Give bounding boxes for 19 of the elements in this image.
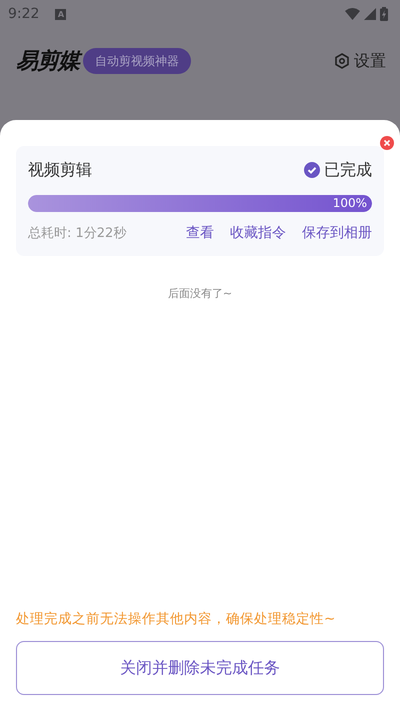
battery-icon	[380, 7, 388, 21]
end-of-list-text: 后面没有了~	[166, 286, 234, 302]
signal-icon	[364, 8, 376, 20]
settings-icon	[334, 53, 350, 69]
action-link[interactable]: 查看	[186, 223, 214, 244]
close-icon[interactable]	[380, 136, 394, 150]
notification-icon: A	[55, 8, 66, 20]
tagline-badge: 自动剪视频神器	[83, 48, 191, 74]
clock-time: 9:22	[8, 4, 40, 24]
warning-text: 处理完成之前无法操作其他内容，确保处理稳定性~	[16, 610, 336, 629]
settings-button[interactable]: 设置	[334, 49, 386, 73]
elapsed-time: 总耗时: 1分22秒	[28, 224, 126, 243]
task-title: 视频剪辑	[28, 159, 92, 181]
action-link[interactable]: 收藏指令	[230, 223, 286, 244]
progress-fill: 100%	[28, 195, 372, 212]
wifi-icon	[345, 8, 360, 20]
status-text: 已完成	[324, 159, 372, 181]
action-link[interactable]: 保存到相册	[302, 223, 372, 244]
close-delete-button[interactable]: 关闭并删除未完成任务	[16, 641, 384, 695]
